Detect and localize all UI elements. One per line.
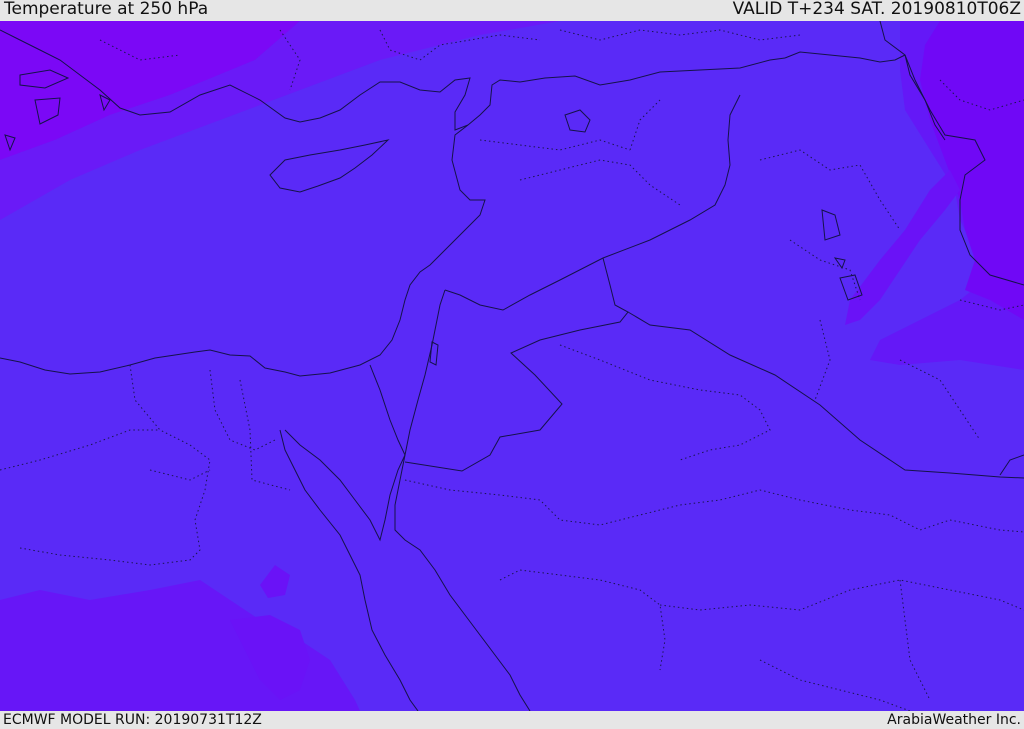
valid-time: VALID T+234 SAT. 20190810T06Z [732,0,1021,19]
map-canvas [0,21,1024,711]
model-run-label: ECMWF MODEL RUN: 20190731T12Z [3,712,262,728]
weather-map[interactable] [0,21,1024,711]
map-title: Temperature at 250 hPa [4,0,209,19]
credit-label: ArabiaWeather Inc. [887,712,1021,728]
footer-bar: ECMWF MODEL RUN: 20190731T12Z ArabiaWeat… [0,711,1024,729]
header-bar: Temperature at 250 hPa VALID T+234 SAT. … [0,0,1024,21]
